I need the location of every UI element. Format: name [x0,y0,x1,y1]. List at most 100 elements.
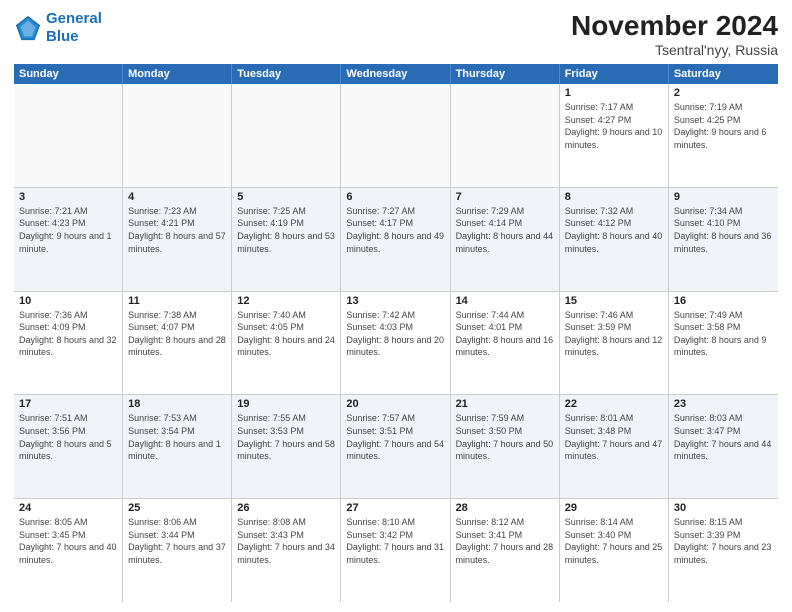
day-info: Sunrise: 7:29 AM Sunset: 4:14 PM Dayligh… [456,205,554,255]
day-info: Sunrise: 7:53 AM Sunset: 3:54 PM Dayligh… [128,412,226,462]
day-info: Sunrise: 8:10 AM Sunset: 3:42 PM Dayligh… [346,516,444,566]
day-info: Sunrise: 7:38 AM Sunset: 4:07 PM Dayligh… [128,309,226,359]
cal-cell-r0-c4 [451,84,560,187]
day-number: 10 [19,295,117,307]
cal-cell-r4-c1: 25Sunrise: 8:06 AM Sunset: 3:44 PM Dayli… [123,499,232,602]
calendar-body: 1 Sunrise: 7:17 AM Sunset: 4:27 PM Daylig… [14,84,778,602]
day-info: Sunrise: 8:12 AM Sunset: 3:41 PM Dayligh… [456,516,554,566]
day-info: Sunrise: 8:14 AM Sunset: 3:40 PM Dayligh… [565,516,663,566]
day-info: Sunrise: 7:25 AM Sunset: 4:19 PM Dayligh… [237,205,335,255]
page: General Blue November 2024 Tsentral'nyy,… [0,0,792,612]
calendar-header: Sunday Monday Tuesday Wednesday Thursday… [14,64,778,84]
day-number: 23 [674,398,773,410]
header-saturday: Saturday [669,64,778,84]
day-info: Sunrise: 7:34 AM Sunset: 4:10 PM Dayligh… [674,205,773,255]
day-number: 5 [237,191,335,203]
cal-cell-r2-c2: 12 Sunrise: 7:40 AM Sunset: 4:05 PM Dayli… [232,292,341,395]
cal-cell-r2-c0: 10 Sunrise: 7:36 AM Sunset: 4:09 PM Dayli… [14,292,123,395]
cal-cell-r1-c0: 3 Sunrise: 7:21 AM Sunset: 4:23 PM Daylig… [14,188,123,291]
calendar-row-1: 3 Sunrise: 7:21 AM Sunset: 4:23 PM Daylig… [14,188,778,292]
day-number: 14 [456,295,554,307]
day-number: 11 [128,295,226,307]
cal-cell-r0-c6: 2 Sunrise: 7:19 AM Sunset: 4:25 PM Daylig… [669,84,778,187]
page-subtitle: Tsentral'nyy, Russia [571,42,778,58]
header-sunday: Sunday [14,64,123,84]
day-number: 22 [565,398,663,410]
cal-cell-r1-c1: 4 Sunrise: 7:23 AM Sunset: 4:21 PM Daylig… [123,188,232,291]
day-number: 30 [674,502,773,514]
cal-cell-r3-c0: 17Sunrise: 7:51 AM Sunset: 3:56 PM Dayli… [14,395,123,498]
cal-cell-r0-c2 [232,84,341,187]
day-info: Sunrise: 8:01 AM Sunset: 3:48 PM Dayligh… [565,412,663,462]
day-number: 3 [19,191,117,203]
day-number: 21 [456,398,554,410]
cal-cell-r1-c3: 6 Sunrise: 7:27 AM Sunset: 4:17 PM Daylig… [341,188,450,291]
day-number: 9 [674,191,773,203]
day-info: Sunrise: 8:05 AM Sunset: 3:45 PM Dayligh… [19,516,117,566]
day-info: Sunrise: 7:59 AM Sunset: 3:50 PM Dayligh… [456,412,554,462]
day-info: Sunrise: 7:40 AM Sunset: 4:05 PM Dayligh… [237,309,335,359]
cal-cell-r1-c6: 9 Sunrise: 7:34 AM Sunset: 4:10 PM Daylig… [669,188,778,291]
cal-cell-r3-c6: 23 Sunrise: 8:03 AM Sunset: 3:47 PM Dayli… [669,395,778,498]
day-number: 26 [237,502,335,514]
day-info: Sunrise: 7:27 AM Sunset: 4:17 PM Dayligh… [346,205,444,255]
day-number: 29 [565,502,663,514]
cal-cell-r4-c0: 24 Sunrise: 8:05 AM Sunset: 3:45 PM Dayli… [14,499,123,602]
day-number: 4 [128,191,226,203]
day-info: Sunrise: 7:44 AM Sunset: 4:01 PM Dayligh… [456,309,554,359]
day-number: 12 [237,295,335,307]
day-number: 25 [128,502,226,514]
title-block: November 2024 Tsentral'nyy, Russia [571,10,778,58]
day-info: Sunrise: 7:46 AM Sunset: 3:59 PM Dayligh… [565,309,663,359]
day-number: 18 [128,398,226,410]
cal-cell-r0-c0 [14,84,123,187]
day-number: 28 [456,502,554,514]
day-info: Sunrise: 7:19 AM Sunset: 4:25 PM Dayligh… [674,101,773,151]
day-info: Sunrise: 8:03 AM Sunset: 3:47 PM Dayligh… [674,412,773,462]
cal-cell-r3-c1: 18 Sunrise: 7:53 AM Sunset: 3:54 PM Dayli… [123,395,232,498]
day-number: 2 [674,87,773,99]
day-info: Sunrise: 7:42 AM Sunset: 4:03 PM Dayligh… [346,309,444,359]
cal-cell-r3-c4: 21 Sunrise: 7:59 AM Sunset: 3:50 PM Dayli… [451,395,560,498]
cal-cell-r3-c3: 20Sunrise: 7:57 AM Sunset: 3:51 PM Dayli… [341,395,450,498]
day-number: 8 [565,191,663,203]
day-number: 7 [456,191,554,203]
day-number: 17 [19,398,117,410]
header-wednesday: Wednesday [341,64,450,84]
day-number: 19 [237,398,335,410]
day-info: Sunrise: 7:36 AM Sunset: 4:09 PM Dayligh… [19,309,117,359]
cal-cell-r4-c2: 26Sunrise: 8:08 AM Sunset: 3:43 PM Dayli… [232,499,341,602]
logo: General Blue [14,10,102,46]
cal-cell-r3-c5: 22 Sunrise: 8:01 AM Sunset: 3:48 PM Dayli… [560,395,669,498]
day-number: 24 [19,502,117,514]
day-number: 27 [346,502,444,514]
day-info: Sunrise: 7:21 AM Sunset: 4:23 PM Dayligh… [19,205,117,255]
day-number: 13 [346,295,444,307]
logo-icon [14,14,42,42]
day-number: 16 [674,295,773,307]
header-tuesday: Tuesday [232,64,341,84]
day-info: Sunrise: 8:15 AM Sunset: 3:39 PM Dayligh… [674,516,773,566]
cal-cell-r4-c5: 29 Sunrise: 8:14 AM Sunset: 3:40 PM Dayli… [560,499,669,602]
logo-line1: General [46,10,102,27]
day-number: 1 [565,87,663,99]
logo-line2: Blue [46,28,79,45]
day-info: Sunrise: 7:32 AM Sunset: 4:12 PM Dayligh… [565,205,663,255]
header: General Blue November 2024 Tsentral'nyy,… [14,10,778,58]
cal-cell-r0-c3 [341,84,450,187]
header-monday: Monday [123,64,232,84]
cal-cell-r1-c2: 5 Sunrise: 7:25 AM Sunset: 4:19 PM Daylig… [232,188,341,291]
cal-cell-r1-c4: 7 Sunrise: 7:29 AM Sunset: 4:14 PM Daylig… [451,188,560,291]
logo-text: General Blue [46,10,102,46]
cal-cell-r2-c4: 14 Sunrise: 7:44 AM Sunset: 4:01 PM Dayli… [451,292,560,395]
header-friday: Friday [560,64,669,84]
day-info: Sunrise: 7:17 AM Sunset: 4:27 PM Dayligh… [565,101,663,151]
day-info: Sunrise: 7:23 AM Sunset: 4:21 PM Dayligh… [128,205,226,255]
day-number: 15 [565,295,663,307]
calendar: Sunday Monday Tuesday Wednesday Thursday… [14,64,778,602]
cal-cell-r2-c6: 16Sunrise: 7:49 AM Sunset: 3:58 PM Dayli… [669,292,778,395]
calendar-row-2: 10 Sunrise: 7:36 AM Sunset: 4:09 PM Dayli… [14,292,778,396]
page-title: November 2024 [571,10,778,42]
cal-cell-r3-c2: 19Sunrise: 7:55 AM Sunset: 3:53 PM Dayli… [232,395,341,498]
day-number: 6 [346,191,444,203]
